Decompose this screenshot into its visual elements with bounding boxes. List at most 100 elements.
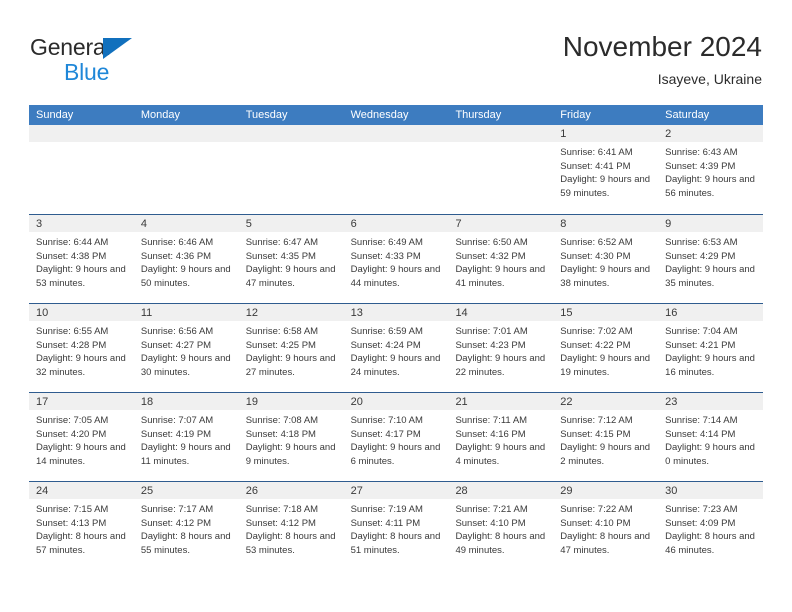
day-details: Sunrise: 7:22 AM Sunset: 4:10 PM Dayligh… — [553, 499, 658, 557]
day-details: Sunrise: 7:01 AM Sunset: 4:23 PM Dayligh… — [448, 321, 553, 379]
day-details — [344, 142, 449, 146]
day-cell[interactable]: 7 Sunrise: 6:50 AM Sunset: 4:32 PM Dayli… — [448, 215, 554, 303]
sunset-text: Sunset: 4:13 PM — [36, 517, 107, 529]
day-cell[interactable]: 15 Sunrise: 7:02 AM Sunset: 4:22 PM Dayl… — [553, 304, 659, 392]
daylight-text: Daylight: 9 hours and 6 minutes. — [350, 442, 441, 467]
day-number: 15 — [553, 304, 659, 321]
weekday-header-tuesday: Tuesday — [245, 109, 288, 121]
day-cell[interactable]: 8 Sunrise: 6:52 AM Sunset: 4:30 PM Dayli… — [553, 215, 659, 303]
day-cell[interactable]: 5 Sunrise: 6:47 AM Sunset: 4:35 PM Dayli… — [238, 215, 344, 303]
day-cell[interactable]: 30 Sunrise: 7:23 AM Sunset: 4:09 PM Dayl… — [658, 482, 764, 570]
day-number: 22 — [553, 393, 659, 410]
day-cell[interactable] — [238, 125, 344, 214]
day-cell[interactable]: 9 Sunrise: 6:53 AM Sunset: 4:29 PM Dayli… — [658, 215, 764, 303]
sunset-text: Sunset: 4:20 PM — [36, 428, 107, 440]
day-details — [239, 142, 344, 146]
day-cell[interactable]: 18 Sunrise: 7:07 AM Sunset: 4:19 PM Dayl… — [133, 393, 239, 481]
day-cell[interactable]: 27 Sunrise: 7:19 AM Sunset: 4:11 PM Dayl… — [343, 482, 449, 570]
day-number: 1 — [553, 125, 659, 142]
day-cell[interactable]: 4 Sunrise: 6:46 AM Sunset: 4:36 PM Dayli… — [133, 215, 239, 303]
day-cell[interactable]: 10 Sunrise: 6:55 AM Sunset: 4:28 PM Dayl… — [29, 304, 134, 392]
sunset-text: Sunset: 4:10 PM — [560, 517, 631, 529]
day-cell[interactable]: 23 Sunrise: 7:14 AM Sunset: 4:14 PM Dayl… — [658, 393, 764, 481]
page-subtitle: Isayeve, Ukraine — [657, 71, 762, 87]
sunset-text: Sunset: 4:28 PM — [36, 339, 107, 351]
sunrise-text: Sunrise: 6:52 AM — [560, 237, 633, 248]
day-details: Sunrise: 7:08 AM Sunset: 4:18 PM Dayligh… — [239, 410, 344, 468]
day-number: 10 — [29, 304, 134, 321]
day-cell[interactable]: 14 Sunrise: 7:01 AM Sunset: 4:23 PM Dayl… — [448, 304, 554, 392]
day-cell[interactable]: 2 Sunrise: 6:43 AM Sunset: 4:39 PM Dayli… — [658, 125, 764, 214]
day-cell[interactable]: 25 Sunrise: 7:17 AM Sunset: 4:12 PM Dayl… — [133, 482, 239, 570]
day-number: 21 — [448, 393, 554, 410]
day-details: Sunrise: 7:14 AM Sunset: 4:14 PM Dayligh… — [658, 410, 763, 468]
daylight-text: Daylight: 9 hours and 41 minutes. — [455, 264, 546, 289]
weekday-header-wednesday: Wednesday — [350, 109, 409, 121]
day-details: Sunrise: 7:05 AM Sunset: 4:20 PM Dayligh… — [29, 410, 134, 468]
logo-triangle-icon — [103, 38, 132, 59]
day-cell[interactable]: 6 Sunrise: 6:49 AM Sunset: 4:33 PM Dayli… — [343, 215, 449, 303]
day-number: 25 — [133, 482, 239, 499]
day-number: 5 — [238, 215, 344, 232]
day-number: 19 — [238, 393, 344, 410]
weekday-header-sunday: Sunday — [36, 109, 74, 121]
sunrise-text: Sunrise: 7:17 AM — [140, 504, 214, 515]
day-details: Sunrise: 6:47 AM Sunset: 4:35 PM Dayligh… — [239, 232, 344, 290]
day-cell[interactable] — [29, 125, 134, 214]
logo[interactable]: General Blue — [30, 34, 210, 90]
day-cell[interactable]: 17 Sunrise: 7:05 AM Sunset: 4:20 PM Dayl… — [29, 393, 134, 481]
daylight-text: Daylight: 8 hours and 55 minutes. — [140, 531, 231, 556]
page-title: November 2024 — [562, 31, 762, 62]
sunset-text: Sunset: 4:33 PM — [350, 250, 421, 262]
day-cell[interactable]: 24 Sunrise: 7:15 AM Sunset: 4:13 PM Dayl… — [29, 482, 134, 570]
day-cell[interactable]: 16 Sunrise: 7:04 AM Sunset: 4:21 PM Dayl… — [658, 304, 764, 392]
sunrise-text: Sunrise: 7:12 AM — [560, 415, 633, 426]
day-cell[interactable]: 28 Sunrise: 7:21 AM Sunset: 4:10 PM Dayl… — [448, 482, 554, 570]
day-cell[interactable]: 21 Sunrise: 7:11 AM Sunset: 4:16 PM Dayl… — [448, 393, 554, 481]
day-cell[interactable]: 26 Sunrise: 7:18 AM Sunset: 4:12 PM Dayl… — [238, 482, 344, 570]
sunset-text: Sunset: 4:24 PM — [350, 339, 421, 351]
day-number: 2 — [658, 125, 764, 142]
day-cell[interactable]: 22 Sunrise: 7:12 AM Sunset: 4:15 PM Dayl… — [553, 393, 659, 481]
sunset-text: Sunset: 4:23 PM — [455, 339, 526, 351]
weekday-header-saturday: Saturday — [665, 109, 710, 121]
logo-text-blue: Blue — [64, 59, 110, 85]
day-cell[interactable]: 20 Sunrise: 7:10 AM Sunset: 4:17 PM Dayl… — [343, 393, 449, 481]
day-cell[interactable]: 3 Sunrise: 6:44 AM Sunset: 4:38 PM Dayli… — [29, 215, 134, 303]
sunrise-text: Sunrise: 7:01 AM — [455, 326, 528, 337]
sunset-text: Sunset: 4:32 PM — [455, 250, 526, 262]
daylight-text: Daylight: 9 hours and 30 minutes. — [140, 353, 231, 378]
sunset-text: Sunset: 4:27 PM — [140, 339, 212, 351]
day-details: Sunrise: 6:46 AM Sunset: 4:36 PM Dayligh… — [134, 232, 239, 290]
sunset-text: Sunset: 4:39 PM — [665, 160, 736, 172]
day-details — [448, 142, 553, 146]
sunrise-text: Sunrise: 7:07 AM — [140, 415, 214, 426]
sunset-text: Sunset: 4:29 PM — [665, 250, 736, 262]
day-number: 7 — [448, 215, 554, 232]
sunrise-text: Sunrise: 7:02 AM — [560, 326, 633, 337]
day-cell[interactable]: 19 Sunrise: 7:08 AM Sunset: 4:18 PM Dayl… — [238, 393, 344, 481]
day-details — [29, 142, 134, 146]
sunrise-text: Sunrise: 6:50 AM — [455, 237, 528, 248]
daylight-text: Daylight: 9 hours and 9 minutes. — [245, 442, 336, 467]
day-cell[interactable]: 12 Sunrise: 6:58 AM Sunset: 4:25 PM Dayl… — [238, 304, 344, 392]
day-cell[interactable] — [133, 125, 239, 214]
day-cell[interactable]: 11 Sunrise: 6:56 AM Sunset: 4:27 PM Dayl… — [133, 304, 239, 392]
day-number: 20 — [343, 393, 449, 410]
day-cell[interactable] — [343, 125, 449, 214]
day-number: 11 — [133, 304, 239, 321]
day-cell[interactable]: 29 Sunrise: 7:22 AM Sunset: 4:10 PM Dayl… — [553, 482, 659, 570]
day-cell[interactable]: 13 Sunrise: 6:59 AM Sunset: 4:24 PM Dayl… — [343, 304, 449, 392]
day-details: Sunrise: 6:44 AM Sunset: 4:38 PM Dayligh… — [29, 232, 134, 290]
sunrise-text: Sunrise: 6:59 AM — [350, 326, 423, 337]
day-cell[interactable]: 1 Sunrise: 6:41 AM Sunset: 4:41 PM Dayli… — [553, 125, 659, 214]
sunrise-text: Sunrise: 7:04 AM — [665, 326, 738, 337]
day-number: 24 — [29, 482, 134, 499]
sunset-text: Sunset: 4:11 PM — [350, 517, 421, 529]
day-number — [448, 125, 554, 142]
daylight-text: Daylight: 9 hours and 56 minutes. — [665, 174, 755, 199]
day-number: 16 — [658, 304, 764, 321]
day-details: Sunrise: 6:53 AM Sunset: 4:29 PM Dayligh… — [658, 232, 763, 290]
daylight-text: Daylight: 9 hours and 47 minutes. — [245, 264, 336, 289]
day-cell[interactable] — [448, 125, 554, 214]
